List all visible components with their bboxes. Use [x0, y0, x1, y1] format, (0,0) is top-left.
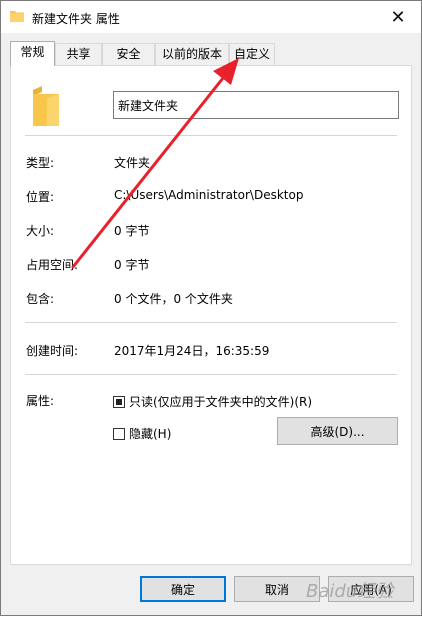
- created-label: 创建时间:: [26, 344, 79, 358]
- ok-button[interactable]: 确定: [140, 576, 226, 602]
- attributes-label: 属性:: [26, 394, 55, 408]
- tab-sharing[interactable]: 共享: [55, 43, 102, 65]
- hidden-checkbox[interactable]: [113, 427, 125, 440]
- tab-bar: 常规 共享 安全 以前的版本 自定义: [10, 41, 410, 66]
- contains-label: 包含:: [26, 292, 55, 306]
- type-label: 类型:: [26, 156, 55, 170]
- readonly-checkbox-row[interactable]: 只读(仅应用于文件夹中的文件)(R): [113, 393, 312, 410]
- watermark: Baidu经验: [306, 581, 394, 602]
- window-title: 新建文件夹 属性: [32, 12, 120, 26]
- size-on-disk-value: 0 字节: [114, 258, 150, 272]
- general-tab-panel: 类型: 文件夹 位置: C:\Users\Administrator\Deskt…: [10, 65, 412, 565]
- size-value: 0 字节: [114, 224, 150, 238]
- hidden-label: 隐藏(H): [129, 427, 172, 441]
- divider: [25, 374, 397, 375]
- readonly-checkbox[interactable]: [113, 395, 125, 408]
- type-value: 文件夹: [114, 156, 151, 170]
- divider: [25, 135, 397, 136]
- close-button[interactable]: ✕: [375, 1, 421, 33]
- properties-window: 新建文件夹 属性 ✕ 常规 共享 安全 以前的版本 自定义 类型: 文件夹 位置…: [0, 0, 422, 616]
- location-value: C:\Users\Administrator\Desktop: [114, 188, 304, 202]
- close-icon: ✕: [390, 6, 406, 28]
- tab-customize[interactable]: 自定义: [229, 43, 275, 65]
- tab-previous-versions[interactable]: 以前的版本: [155, 43, 229, 65]
- readonly-label: 只读(仅应用于文件夹中的文件)(R): [129, 395, 313, 409]
- size-label: 大小:: [26, 224, 55, 238]
- advanced-button[interactable]: 高级(D)...: [277, 417, 398, 445]
- hidden-checkbox-row[interactable]: 隐藏(H): [113, 425, 171, 442]
- divider: [25, 322, 397, 323]
- large-folder-icon: [33, 86, 59, 126]
- title-bar: 新建文件夹 属性 ✕: [1, 1, 421, 33]
- folder-name-input[interactable]: [113, 91, 399, 119]
- tab-general[interactable]: 常规: [10, 41, 55, 66]
- size-on-disk-label: 占用空间:: [26, 258, 79, 272]
- created-value: 2017年1月24日，16:35:59: [114, 344, 270, 358]
- location-label: 位置:: [26, 190, 55, 204]
- folder-icon: [10, 11, 24, 22]
- contains-value: 0 个文件，0 个文件夹: [114, 292, 233, 306]
- tab-security[interactable]: 安全: [102, 43, 155, 65]
